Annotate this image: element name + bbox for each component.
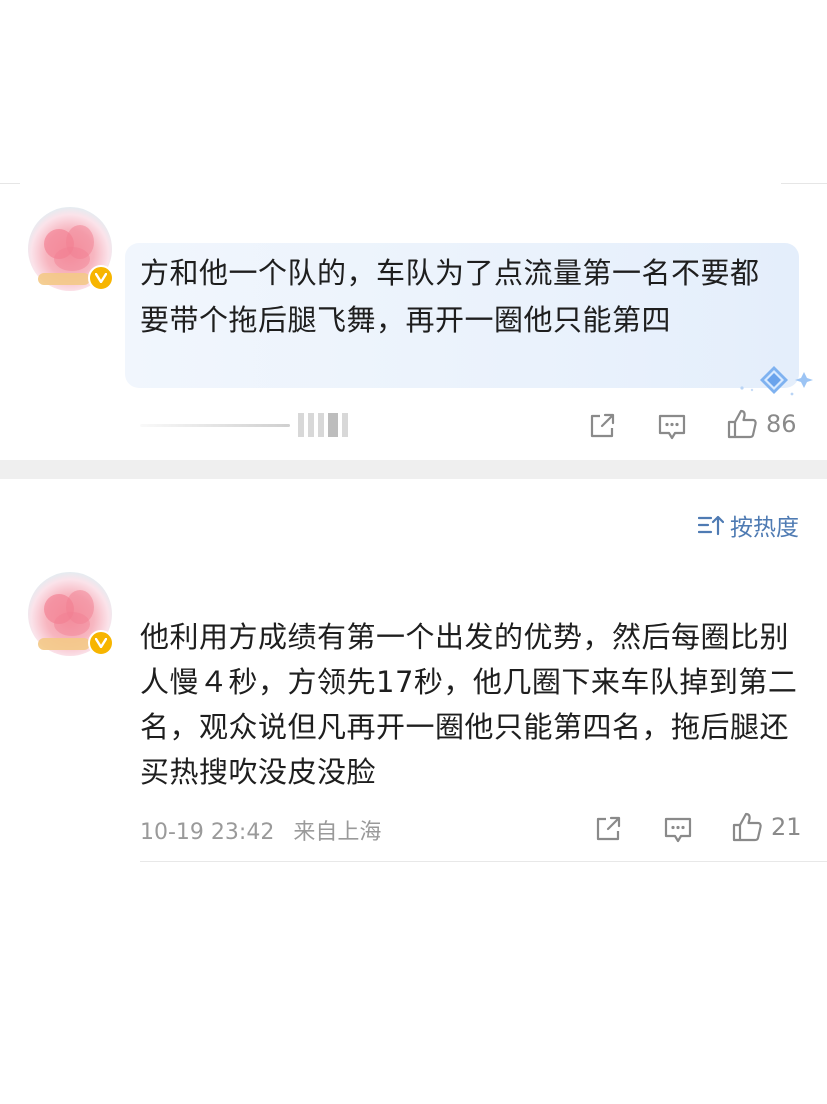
avatar-art bbox=[38, 273, 90, 285]
comment-text: 方和他一个队的，车队为了点流量第一名不要都要带个拖后腿飞舞，再开一圈他只能第四 bbox=[140, 256, 760, 337]
avatar-art bbox=[38, 638, 90, 650]
like-count: 86 bbox=[766, 410, 797, 438]
sort-icon bbox=[698, 515, 724, 536]
share-icon bbox=[590, 413, 615, 438]
blurred-meta bbox=[140, 410, 380, 440]
comment-button[interactable] bbox=[657, 412, 687, 442]
blurred-meta-line bbox=[140, 423, 290, 427]
comment-divider bbox=[140, 861, 827, 862]
comment-meta: 10-19 23:42 来自上海 bbox=[140, 814, 381, 846]
like-button[interactable]: 86 bbox=[726, 408, 797, 440]
thumbs-up-icon bbox=[732, 812, 762, 842]
comment-button[interactable] bbox=[663, 815, 693, 845]
share-button[interactable] bbox=[588, 412, 616, 440]
verified-badge-icon bbox=[88, 630, 114, 656]
comment-date: 10-19 23:42 bbox=[140, 820, 275, 845]
sort-label: 按热度 bbox=[730, 515, 799, 541]
like-count: 21 bbox=[771, 813, 802, 841]
sort-by-hot-button[interactable]: 按热度 bbox=[698, 508, 799, 542]
verified-badge-icon bbox=[88, 265, 114, 291]
top-divider-right bbox=[781, 183, 827, 184]
avatar-art bbox=[54, 247, 90, 271]
sparkle-decoration-icon bbox=[740, 366, 813, 396]
comment-icon bbox=[658, 414, 686, 440]
section-divider bbox=[0, 460, 827, 479]
blurred-meta-bars bbox=[298, 413, 348, 437]
share-button[interactable] bbox=[594, 815, 622, 843]
thumbs-up-icon bbox=[727, 409, 757, 439]
share-icon bbox=[596, 816, 621, 841]
avatar-art bbox=[54, 612, 90, 636]
avatar[interactable] bbox=[28, 207, 114, 291]
top-divider-left bbox=[0, 183, 20, 184]
avatar[interactable] bbox=[28, 572, 114, 656]
comment-text: 他利用方成绩有第一个出发的优势，然后每圈比别人慢４秒，方领先17秒，他几圈下来车… bbox=[140, 620, 798, 789]
comment-location: 来自上海 bbox=[293, 820, 382, 845]
comment-icon bbox=[664, 817, 692, 843]
like-button[interactable]: 21 bbox=[731, 811, 802, 843]
